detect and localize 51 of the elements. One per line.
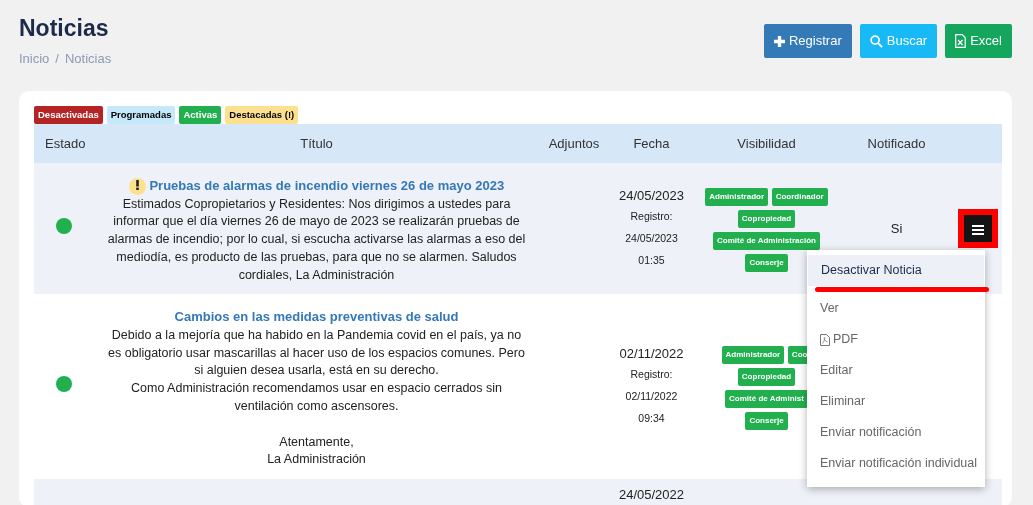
spreadsheet-file-icon [955,34,967,48]
news-text: Atentamente, [278,433,355,451]
excel-button[interactable]: Excel [945,24,1012,58]
registration-text: 02/11/2022 [624,389,679,405]
news-text: La Administración [266,451,367,469]
visibility-tag: Administrador [721,345,785,364]
visibility-tag: Coordinador [771,187,828,206]
visibility-tag: Comité de Administ [725,389,808,408]
visibility-tag: Administrador [705,187,768,206]
registration-label: Registro: [629,367,674,383]
menu-icon [972,225,984,236]
news-text: Estimados Copropietarios y Residentes: Nos dirigimos a ustedes para informar que el día viernes 26 de mayo de 2023 se realizarán pruebas de alarmas de incendio; por lo cual, si escucha activarse las alarmas a eso del mediodía, es producto de las pruebas, para que no se alarmen. Saludos cordiales, La Administración [106,195,527,284]
visibility-tag: Conserje [745,253,788,272]
registration-text: 09:34 [637,411,666,427]
search-icon [869,34,883,48]
page-title: Noticias [19,16,110,42]
menu-item[interactable]: Ver [807,293,985,324]
notified-text: Si [890,220,903,236]
pdf-file-icon [820,333,830,346]
legend-tag: Destacadas (!) [225,105,299,125]
column-header: Notificado [839,124,954,164]
column-header: Adjuntos [539,124,609,164]
column-header: Visibilidad [694,124,839,164]
visibility-tag: Copropiedad [737,367,796,386]
legend-tag: Programadas [106,105,176,125]
date-text: 02/11/2022 [618,344,685,363]
column-header: Fecha [609,124,694,164]
menu-item[interactable]: Eliminar [807,386,985,417]
visibility-tag: Copropiedad [737,209,796,228]
legend-tag: Activas [179,105,222,125]
legend-tag: Desactivadas [34,105,103,125]
date-text: 24/05/2023 [617,186,686,205]
registration-text: 24/05/2023 [624,231,679,247]
registration-text: 01:35 [637,253,666,269]
breadcrumb-current: Noticias [65,51,112,67]
menu-item[interactable]: Enviar notificación individual [807,448,985,479]
menu-item[interactable]: Desactivar Noticia [808,255,984,286]
column-header: Título [94,124,539,164]
news-text: Debido a la mejoría que ha habido en la Pandemia covid en el país, ya no es obligatorio usar mascarillas al hacer uso de los espacios comunes. Pero si alguien desea usarla, está en su derecho. [107,326,526,380]
register-button[interactable]: Registrar [764,24,852,58]
visibility-tag: Conserje [745,411,788,430]
column-header: Estado [34,124,94,164]
breadcrumb-separator: / [55,51,59,67]
date-text: 24/05/2022 [617,486,686,505]
menu-item[interactable]: Enviar notificación [807,417,985,448]
news-text: Como Administración recomendamos usar en espacio cerrados sin ventilación como ascensores. [130,380,503,415]
registration-label: Registro: [629,209,674,225]
plus-icon [774,35,785,47]
news-title[interactable]: Pruebas de alarmas de incendio viernes 26 de mayo 2023 [149,178,505,194]
visibility-tag: Comité de Administración [713,231,820,250]
news-title[interactable]: Cambios en las medidas preventivas de salud [174,309,459,325]
